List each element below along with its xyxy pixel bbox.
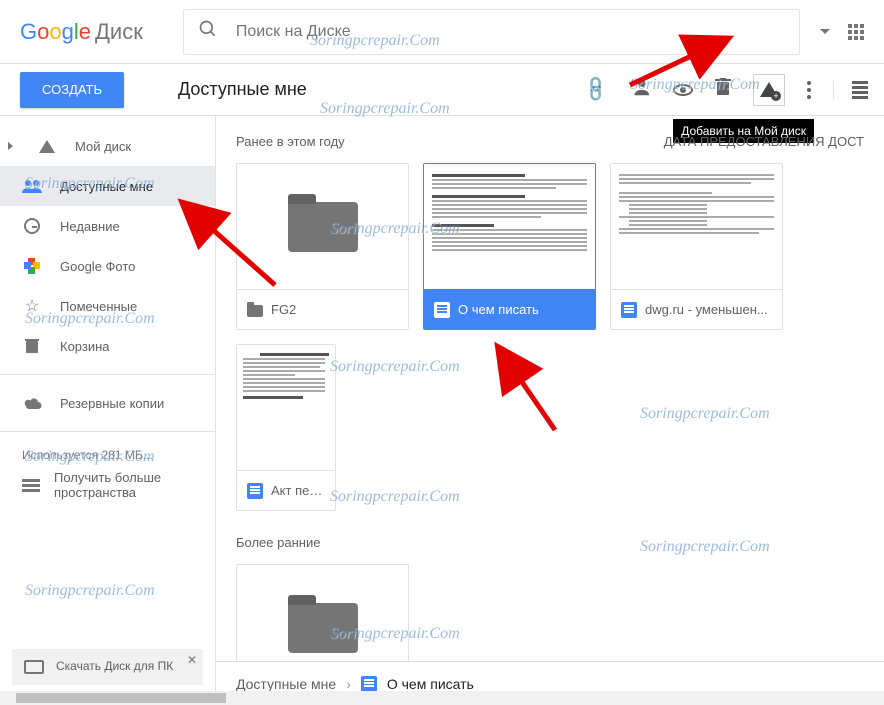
search-icon (198, 19, 218, 45)
sidebar-item-photos[interactable]: Google Фото (0, 246, 215, 286)
file-item[interactable]: О чем писать (423, 163, 596, 330)
file-name: dwg.ru - уменьшен... (645, 302, 768, 317)
scrollbar[interactable] (0, 691, 884, 705)
storage-icon (22, 479, 40, 492)
sidebar-item-trash[interactable]: Корзина (0, 326, 215, 366)
sidebar-item-starred[interactable]: ☆ Помеченные (0, 286, 215, 326)
file-item[interactable]: dwg.ru - уменьшен... (610, 163, 783, 330)
account-dropdown-icon[interactable] (820, 29, 830, 34)
folder-thumb-icon (288, 202, 358, 252)
share-icon[interactable]: + (629, 78, 651, 101)
main-content: Ранее в этом году ДАТА ПРЕДОСТАВЛЕНИЯ ДО… (216, 116, 884, 705)
sidebar-label: Мой диск (75, 139, 131, 154)
trash-icon[interactable] (715, 78, 731, 102)
logo[interactable]: Google Диск (20, 19, 143, 45)
product-name: Диск (95, 19, 143, 45)
search-input[interactable] (236, 23, 785, 41)
trash-nav-icon (22, 338, 42, 354)
sidebar: Мой диск Доступные мне Недавние Google Ф… (0, 116, 216, 705)
doc-icon (434, 302, 450, 318)
sidebar-item-shared[interactable]: Доступные мне (0, 166, 215, 206)
monitor-icon (24, 660, 44, 674)
sidebar-label: Google Фото (60, 259, 135, 274)
preview-icon[interactable] (673, 84, 693, 96)
more-actions-icon[interactable] (807, 81, 811, 99)
doc-icon (621, 302, 637, 318)
get-link-icon[interactable]: 🔗 (580, 74, 611, 105)
sidebar-item-backups[interactable]: Резервные копии (0, 383, 215, 423)
section-header: Ранее в этом году (236, 134, 345, 149)
clock-icon (22, 218, 42, 234)
add-to-my-drive-button[interactable]: + (753, 74, 785, 106)
sidebar-label: Помеченные (60, 299, 137, 314)
breadcrumb-current: О чем писать (387, 676, 474, 692)
doc-icon (247, 483, 263, 499)
doc-icon (361, 676, 377, 692)
people-icon (22, 179, 42, 193)
drive-icon (37, 140, 57, 153)
breadcrumb-root[interactable]: Доступные мне (236, 676, 336, 692)
file-name: FG2 (271, 302, 296, 317)
apps-icon[interactable] (848, 24, 864, 40)
folder-thumb-icon (288, 603, 358, 653)
list-view-icon[interactable] (833, 81, 868, 99)
folder-icon (247, 305, 263, 317)
chevron-right-icon: › (346, 676, 351, 692)
sidebar-label: Доступные мне (60, 179, 153, 194)
download-promo[interactable]: ✕ Скачать Диск для ПК (12, 649, 203, 685)
section-header: Более ранние (216, 521, 884, 554)
file-name: О чем писать (458, 302, 539, 317)
file-item[interactable]: FG2 (236, 163, 409, 330)
svg-text:+: + (629, 78, 635, 89)
close-icon[interactable]: ✕ (187, 653, 197, 669)
storage-used: Используется 281 МБ... (22, 448, 193, 462)
page-title: Доступные мне (178, 79, 307, 100)
expand-icon[interactable] (8, 142, 13, 150)
star-icon: ☆ (22, 296, 42, 316)
photos-icon (22, 258, 42, 274)
file-item[interactable]: Акт перер (236, 344, 336, 511)
sidebar-label: Резервные копии (60, 396, 164, 411)
sidebar-label: Корзина (60, 339, 110, 354)
promo-text: Скачать Диск для ПК (56, 659, 173, 675)
cloud-icon (22, 396, 42, 410)
sidebar-item-recent[interactable]: Недавние (0, 206, 215, 246)
search-bar[interactable] (183, 9, 800, 55)
sidebar-label: Недавние (60, 219, 120, 234)
storage-cta[interactable]: Получить больше пространства (54, 470, 193, 500)
column-date: ДАТА ПРЕДОСТАВЛЕНИЯ ДОСТ (664, 134, 864, 149)
sidebar-item-mydrive[interactable]: Мой диск (0, 126, 215, 166)
create-button[interactable]: СОЗДАТЬ (20, 72, 124, 108)
file-name: Акт перер (271, 483, 325, 498)
